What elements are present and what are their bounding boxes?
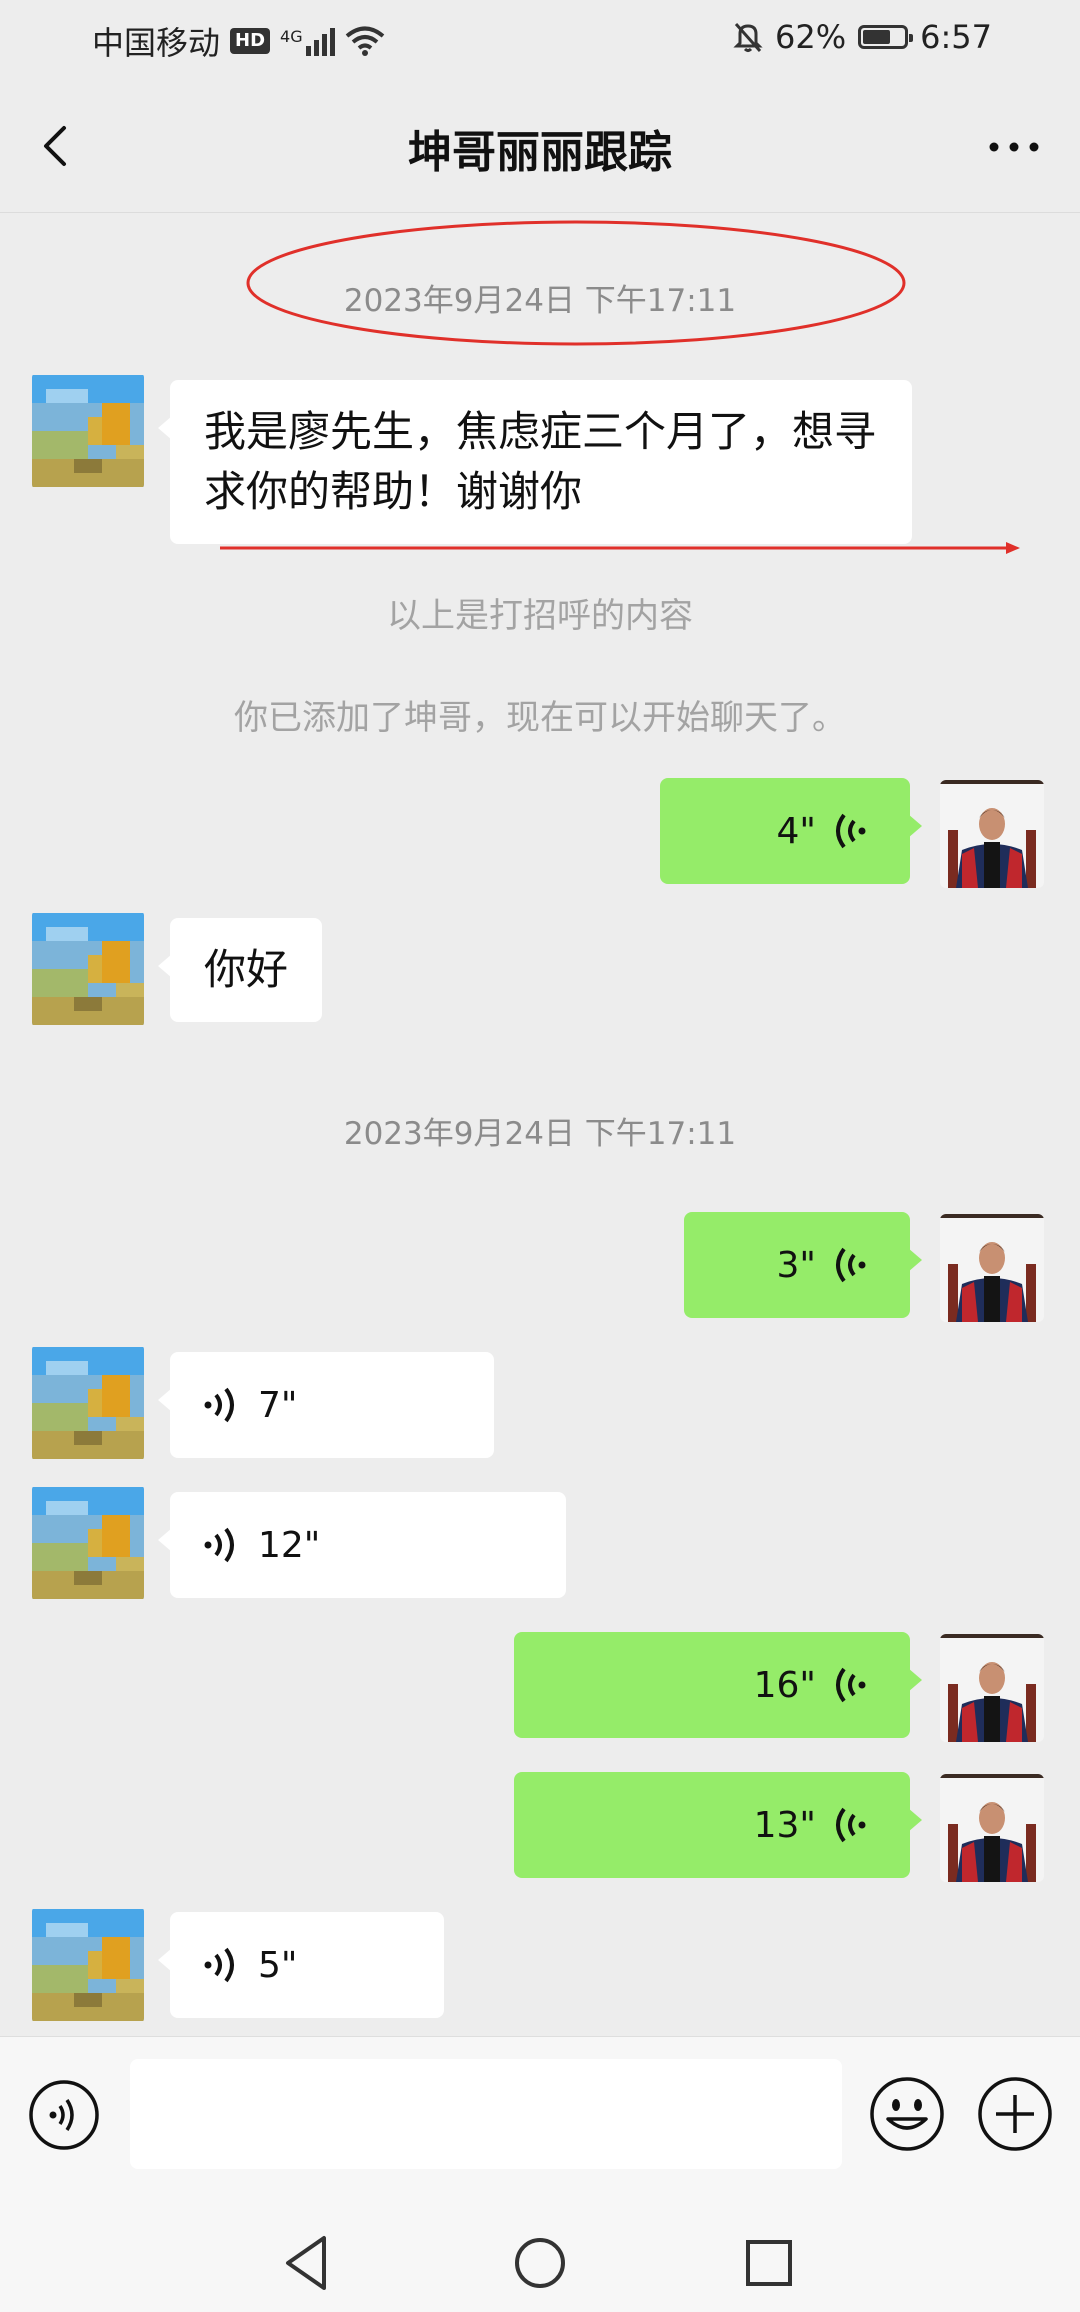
voice-message-bubble[interactable]: 4"	[660, 778, 922, 884]
highlight-arrow	[220, 542, 1020, 554]
chat-header: 坤哥丽丽跟踪	[0, 80, 1080, 213]
message-text: 你好	[204, 945, 289, 994]
voice-wave-icon	[836, 813, 866, 849]
user-avatar-image	[940, 1774, 1044, 1882]
greeting-note: 以上是打招呼的内容	[387, 596, 693, 636]
voice-duration: 12"	[258, 1524, 321, 1566]
clock: 6:57	[920, 18, 992, 56]
contact-avatar[interactable]	[32, 1906, 144, 2024]
voice-duration: 3"	[776, 1244, 816, 1286]
contact-avatar[interactable]	[32, 910, 144, 1028]
more-options-icon[interactable]	[984, 132, 1044, 162]
greeting-message-bubble[interactable]: 我是廖先生，焦虑症三个月了，想寻求你的帮助！谢谢你	[158, 380, 912, 544]
voice-duration: 7"	[258, 1384, 298, 1426]
status-right: 62% 6:57	[733, 18, 992, 56]
contact-avatar-image	[32, 1347, 144, 1459]
system-back-icon[interactable]	[274, 2228, 344, 2298]
voice-duration: 16"	[753, 1664, 816, 1706]
chat-title: 坤哥丽丽跟踪	[408, 127, 672, 178]
user-avatar[interactable]	[940, 1634, 1044, 1742]
voice-message-bubble[interactable]: 16"	[514, 1632, 922, 1738]
status-left: 中国移动 HD 4G	[92, 18, 385, 64]
user-avatar-image	[940, 1634, 1044, 1742]
text-message-bubble[interactable]: 你好	[157, 918, 323, 1022]
voice-message-bubble[interactable]: 12"	[158, 1492, 566, 1598]
contact-avatar[interactable]	[32, 1344, 144, 1462]
battery-icon	[858, 25, 914, 49]
contact-avatar-image	[32, 1487, 144, 1599]
voice-duration: 4"	[776, 810, 816, 852]
plus-icon[interactable]	[976, 2075, 1054, 2153]
bell-muted-icon	[733, 23, 763, 52]
network-type-label: 4G	[280, 27, 303, 46]
voice-wave-icon	[836, 1247, 866, 1283]
contact-avatar-image	[32, 375, 144, 487]
message-input[interactable]	[130, 2059, 842, 2169]
user-avatar[interactable]	[940, 1774, 1044, 1882]
voice-wave-icon	[836, 1807, 866, 1843]
user-avatar-image	[940, 1214, 1044, 1322]
contact-avatar[interactable]	[32, 372, 144, 490]
voice-wave-icon	[204, 1387, 234, 1423]
emoji-icon[interactable]	[868, 2075, 946, 2153]
friend-added-note: 你已添加了坤哥，现在可以开始聊天了。	[234, 698, 846, 738]
voice-message-bubble[interactable]: 5"	[158, 1912, 444, 2018]
user-avatar[interactable]	[940, 780, 1044, 888]
timestamp: 2023年9月24日 下午17:11	[343, 1116, 737, 1152]
voice-input-icon[interactable]	[28, 2079, 100, 2151]
carrier-label: 中国移动	[92, 24, 221, 62]
voice-wave-icon	[204, 1527, 234, 1563]
hd-icon: HD	[230, 28, 271, 54]
contact-avatar[interactable]	[32, 1484, 144, 1602]
system-recents-icon[interactable]	[734, 2228, 804, 2298]
battery-percent: 62%	[775, 18, 847, 56]
voice-message-bubble[interactable]: 13"	[514, 1772, 922, 1878]
system-home-icon[interactable]	[505, 2228, 575, 2298]
voice-wave-icon	[204, 1947, 234, 1983]
input-bar	[0, 2036, 1080, 2215]
user-avatar-image	[940, 780, 1044, 888]
wifi-icon	[345, 26, 384, 56]
status-bar: 中国移动 HD 4G 62% 6:57	[0, 0, 1080, 80]
highlight-ellipse	[246, 220, 906, 346]
voice-duration: 5"	[258, 1944, 298, 1986]
voice-wave-icon	[836, 1667, 866, 1703]
greeting-message-text: 我是廖先生，焦虑症三个月了，想寻求你的帮助！谢谢你	[204, 407, 877, 516]
cellular-signal-icon: 4G	[280, 26, 335, 56]
contact-avatar-image	[32, 913, 144, 1025]
voice-duration: 13"	[753, 1804, 816, 1846]
voice-message-bubble[interactable]: 3"	[684, 1212, 922, 1318]
user-avatar[interactable]	[940, 1214, 1044, 1322]
voice-message-bubble[interactable]: 7"	[158, 1352, 494, 1458]
system-navigation-bar	[0, 2214, 1080, 2312]
contact-avatar-image	[32, 1909, 144, 2021]
